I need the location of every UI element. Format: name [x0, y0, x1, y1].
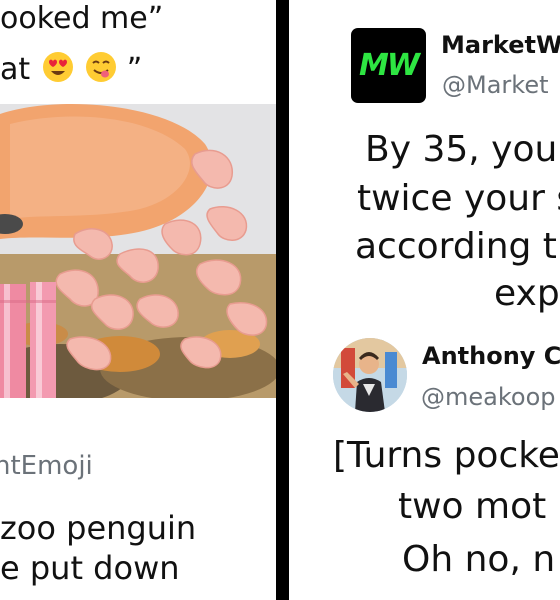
panel-divider [276, 0, 289, 600]
marketwatch-logo-avatar[interactable]: MW [351, 28, 426, 103]
logo-text: MW [359, 48, 420, 83]
caption-line-2: at ” [0, 51, 142, 85]
tweet-handle[interactable]: ntEmoji [0, 451, 93, 481]
yum-emoji-icon [85, 51, 117, 83]
account-handle[interactable]: @meakoop [421, 383, 556, 411]
tweet-line: [Turns pocke [333, 435, 560, 476]
caption-line-1: ooked me” [0, 1, 164, 36]
tweet-line: zoo penguin [0, 509, 197, 547]
heart-eyes-emoji-icon [42, 51, 74, 83]
tweet-line: according t [355, 226, 557, 267]
account-name[interactable]: MarketW [441, 31, 560, 59]
tweet-text: zoo penguin e put down [0, 508, 196, 588]
right-meme-panel: MW MarketW @Market By 35, you s twice yo… [289, 0, 560, 600]
tweet-line: e put down [0, 549, 180, 587]
account-name[interactable]: Anthony C [422, 342, 560, 370]
tweet-line: By 35, you s [365, 129, 560, 170]
left-meme-panel: ooked me” at ” ntEmoji zoo penguin e put… [0, 0, 276, 600]
tweet-line: exp [494, 273, 560, 314]
shrimp-food-photo [0, 104, 276, 398]
tweet-line: two mot [398, 486, 547, 527]
tweet-line: Oh no, n [402, 539, 556, 580]
avatar[interactable] [333, 338, 407, 412]
caption-line-2-suffix: ” [126, 52, 143, 87]
account-handle[interactable]: @Market [442, 71, 549, 99]
tweet-line: twice your s [357, 178, 560, 219]
caption-line-2-prefix: at [0, 52, 31, 87]
